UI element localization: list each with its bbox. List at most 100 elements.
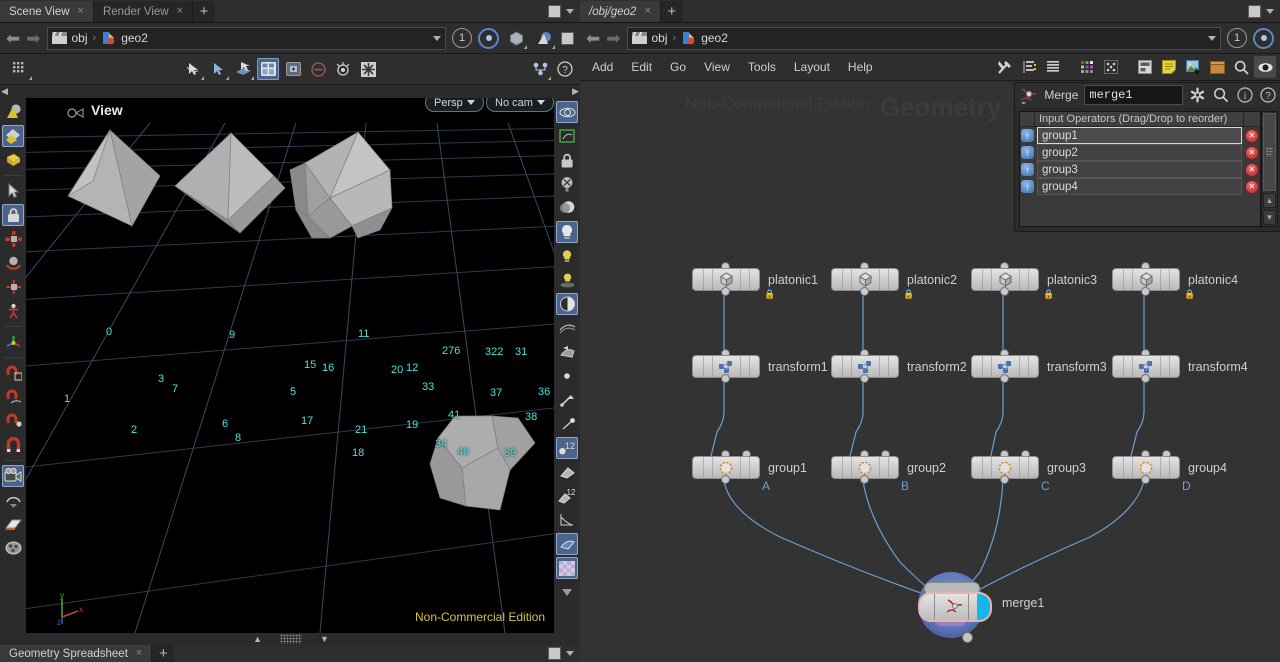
gear-snow-icon[interactable] (357, 58, 379, 80)
display-flag-icon[interactable] (1254, 56, 1276, 78)
vector-toggle-icon[interactable] (556, 413, 578, 435)
node-transform2[interactable]: transform2 (831, 349, 967, 383)
forward-arrow-icon[interactable]: ➡ (26, 30, 40, 47)
breadcrumb-obj[interactable]: obj (652, 31, 668, 45)
menu-help[interactable]: Help (840, 57, 881, 77)
reorder-up-button[interactable]: ↑ (1021, 129, 1034, 142)
network-box-icon[interactable] (1134, 56, 1156, 78)
tab-close-icon[interactable]: × (177, 6, 183, 17)
add-image-icon[interactable] (1182, 56, 1204, 78)
merge-display-flag[interactable] (977, 594, 990, 620)
tab-close-icon[interactable]: × (78, 6, 84, 17)
breadcrumb-obj[interactable]: obj (72, 31, 88, 45)
input-operator-value[interactable]: group4 (1037, 178, 1242, 195)
wire-shaded-toggle-icon[interactable] (556, 317, 578, 339)
scale-tool-icon[interactable] (2, 276, 24, 298)
back-arrow-icon[interactable]: ⬅ (586, 30, 600, 47)
pane-menu-caret-icon[interactable] (1266, 9, 1274, 14)
node-body[interactable] (1112, 456, 1180, 479)
input-operator-value[interactable]: group3 (1037, 161, 1242, 178)
node-output-connector[interactable] (1000, 374, 1009, 383)
display-template-toggle-icon[interactable] (556, 125, 578, 147)
search-icon[interactable] (1212, 86, 1230, 105)
node-output-connector[interactable] (1141, 287, 1150, 296)
node-transform3[interactable]: transform3 (971, 349, 1107, 383)
scroll-up-arrow-icon[interactable]: ▲ (253, 634, 262, 644)
network-path-field[interactable]: obj › geo2 (626, 26, 1221, 50)
right-toolbar-more-icon[interactable] (556, 581, 578, 603)
scrollbar-thumb[interactable] (1263, 113, 1276, 191)
display-options-icon[interactable] (505, 27, 527, 49)
add-tab-button[interactable]: + (660, 1, 683, 22)
view-target-icon[interactable] (478, 27, 499, 49)
delete-row-button[interactable]: ✕ (1245, 145, 1259, 160)
breadcrumb-geo2[interactable]: geo2 (701, 31, 728, 45)
align-icon[interactable] (529, 58, 551, 80)
tab-render-view[interactable]: Render View × (93, 1, 194, 22)
light-ball-icon[interactable] (332, 58, 354, 80)
pose-tool-icon[interactable] (2, 300, 24, 322)
viewport-bottom-scrollbar[interactable]: ▲ ▼ (0, 633, 582, 645)
node-group4[interactable]: group4 D (1112, 450, 1227, 493)
dots-grid-icon[interactable] (1100, 56, 1122, 78)
scene-pane-maximize-icon[interactable] (561, 31, 574, 45)
select-surface-tool-icon[interactable] (232, 58, 254, 80)
add-tab-button[interactable]: + (152, 645, 175, 662)
select-tool-icon[interactable] (2, 180, 24, 202)
rotate-tool-icon[interactable] (2, 252, 24, 274)
backface-toggle-icon[interactable] (556, 533, 578, 555)
group-list-toggle-icon[interactable] (257, 58, 279, 80)
tab-obj-geo2[interactable]: /obj/geo2 × (580, 1, 661, 22)
viewport-horizontal-scrollbar[interactable]: ◀ ▶ (0, 85, 580, 97)
search-icon[interactable] (1230, 56, 1252, 78)
node-platonic1[interactable]: platonic1 🔒 (692, 262, 818, 299)
input-operator-row[interactable]: ↑ group3 ✕ (1020, 161, 1260, 178)
sticky-note-icon[interactable] (1158, 56, 1180, 78)
node-platonic3[interactable]: platonic3 🔒 (971, 262, 1097, 299)
scroll-left-arrow-icon[interactable]: ◀ (1, 86, 8, 97)
node-platonic4[interactable]: platonic4 🔒 (1112, 262, 1238, 299)
forward-arrow-icon[interactable]: ➡ (606, 30, 620, 47)
headlight-toggle-icon[interactable] (556, 221, 578, 243)
node-body[interactable] (692, 456, 760, 479)
delete-row-button[interactable]: ✕ (1245, 162, 1259, 177)
node-output-connector[interactable] (1000, 475, 1009, 484)
tab-close-icon[interactable]: × (644, 6, 650, 17)
node-body[interactable] (692, 355, 760, 378)
background-image-toggle-icon[interactable] (556, 557, 578, 579)
node-body[interactable] (831, 268, 899, 291)
delete-row-button[interactable]: ✕ (1245, 179, 1259, 194)
axis-tool-icon[interactable] (2, 331, 24, 353)
color-palette-icon[interactable] (1076, 56, 1098, 78)
node-output-connector[interactable] (1141, 475, 1150, 484)
snap-grid-tool-icon[interactable] (2, 362, 24, 384)
frame-indicator[interactable]: 1 (1227, 28, 1247, 48)
node-group2[interactable]: group2 B (831, 450, 946, 493)
scroll-down-arrow-icon[interactable]: ▼ (1263, 210, 1276, 225)
input-operator-row[interactable]: ↑ group2 ✕ (1020, 144, 1260, 161)
input-operator-row[interactable]: ↑ group1 ✕ (1020, 127, 1260, 144)
info-icon[interactable]: i (1236, 86, 1254, 105)
point-number-toggle-icon[interactable]: 12 (556, 437, 578, 459)
prim-number-toggle-icon[interactable]: 12 (556, 485, 578, 507)
menu-tools[interactable]: Tools (740, 57, 784, 77)
node-body[interactable] (831, 355, 899, 378)
menu-add[interactable]: Add (584, 57, 621, 77)
shading-tool-icon[interactable] (2, 125, 24, 147)
merge-node-body[interactable] (918, 592, 992, 622)
lock-tool-icon[interactable] (2, 204, 24, 226)
gear-icon[interactable] (1189, 86, 1207, 105)
input-operator-row[interactable]: ↑ group4 ✕ (1020, 178, 1260, 195)
parameter-scrollbar[interactable]: ▲ ▼ (1261, 111, 1278, 227)
camera-tool-icon[interactable] (2, 465, 24, 487)
maximize-pane-icon[interactable] (548, 5, 561, 18)
node-body[interactable] (971, 456, 1039, 479)
view-target-icon[interactable] (1253, 27, 1274, 49)
scene-light-toggle-icon[interactable] (556, 245, 578, 267)
scroll-grip-icon[interactable] (280, 634, 302, 644)
help-button-icon[interactable]: ? (554, 58, 576, 80)
input-operators-list[interactable]: Input Operators (Drag/Drop to reorder) ↑… (1019, 111, 1261, 227)
handle-tool-icon[interactable] (2, 228, 24, 250)
measure-toggle-icon[interactable] (556, 509, 578, 531)
node-group3[interactable]: group3 C (971, 450, 1086, 493)
